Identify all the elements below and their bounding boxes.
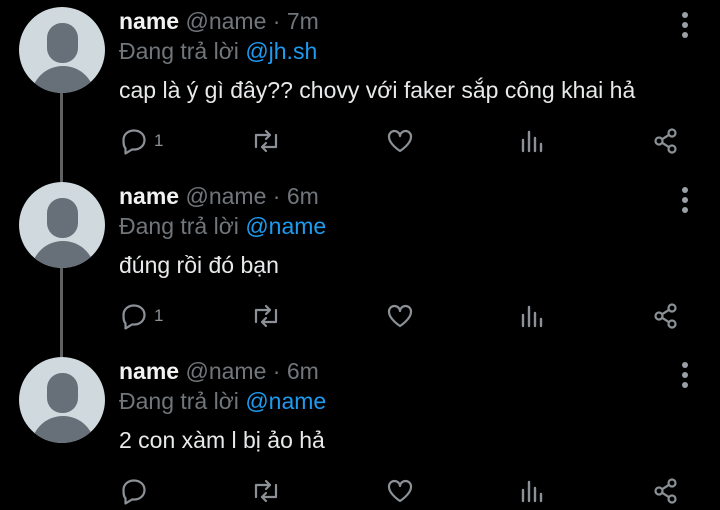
display-name[interactable]: name [119,358,179,384]
analytics-bars-icon [518,127,546,155]
replying-to: Đang trả lời @name [119,388,326,415]
heart-icon [386,302,414,330]
retweet-icon [250,302,282,330]
analytics-bars-icon [518,477,546,505]
display-name[interactable]: name [119,183,179,209]
reply-button[interactable]: 1 [120,124,163,158]
replying-to: Đang trả lời @name [119,213,326,240]
reply-icon [120,127,148,155]
share-button[interactable] [652,124,680,158]
like-button[interactable] [386,474,414,508]
reply-icon [120,477,148,505]
display-name[interactable]: name [119,8,179,34]
views-button[interactable] [518,474,546,508]
tweet-text: 2 con xàm l bị ảo hả [119,427,325,453]
share-icon [652,477,680,505]
tweet-header: name @name · 6m [119,358,319,385]
tweet-header: name @name · 6m [119,183,319,210]
retweet-button[interactable] [250,299,282,333]
retweet-button[interactable] [250,474,282,508]
avatar[interactable] [19,182,105,268]
action-bar: 1 [0,124,720,160]
retweet-button[interactable] [250,124,282,158]
tweet[interactable]: name @name · 6m Đang trả lời @name 2 con… [0,350,720,510]
share-button[interactable] [652,474,680,508]
more-options-icon[interactable] [671,360,699,390]
views-button[interactable] [518,124,546,158]
reply-count: 1 [154,131,164,150]
tweet-text: cap là ý gì đây?? chovy với faker sắp cô… [119,77,636,103]
share-icon [652,127,680,155]
like-button[interactable] [386,299,414,333]
user-handle[interactable]: @name [185,8,266,34]
avatar[interactable] [19,357,105,443]
views-button[interactable] [518,299,546,333]
timestamp[interactable]: 7m [287,8,319,34]
mention-link[interactable]: @jh.sh [245,38,317,64]
retweet-icon [250,477,282,505]
replying-to-label: Đang trả lời [119,38,239,64]
analytics-bars-icon [518,302,546,330]
mention-link[interactable]: @name [245,213,326,239]
reply-button[interactable] [120,474,154,508]
more-options-icon[interactable] [671,185,699,215]
mention-link[interactable]: @name [245,388,326,414]
replying-to: Đang trả lời @jh.sh [119,38,317,65]
action-bar [0,474,720,510]
replying-to-label: Đang trả lời [119,213,239,239]
share-button[interactable] [652,299,680,333]
timestamp[interactable]: 6m [287,183,319,209]
tweet-text: đúng rồi đó bạn [119,252,279,278]
heart-icon [386,477,414,505]
like-button[interactable] [386,124,414,158]
heart-icon [386,127,414,155]
user-handle[interactable]: @name [185,358,266,384]
tweet[interactable]: name @name · 6m Đang trả lời @name đúng … [0,175,720,345]
reply-count: 1 [154,306,164,325]
timestamp[interactable]: 6m [287,358,319,384]
reply-icon [120,302,148,330]
replying-to-label: Đang trả lời [119,388,239,414]
separator-dot: · [272,8,281,34]
separator-dot: · [272,358,281,384]
reply-button[interactable]: 1 [120,299,163,333]
avatar[interactable] [19,7,105,93]
action-bar: 1 [0,299,720,335]
share-icon [652,302,680,330]
user-handle[interactable]: @name [185,183,266,209]
tweet[interactable]: name @name · 7m Đang trả lời @jh.sh cap … [0,0,720,170]
more-options-icon[interactable] [671,10,699,40]
separator-dot: · [272,183,281,209]
tweet-header: name @name · 7m [119,8,319,35]
retweet-icon [250,127,282,155]
